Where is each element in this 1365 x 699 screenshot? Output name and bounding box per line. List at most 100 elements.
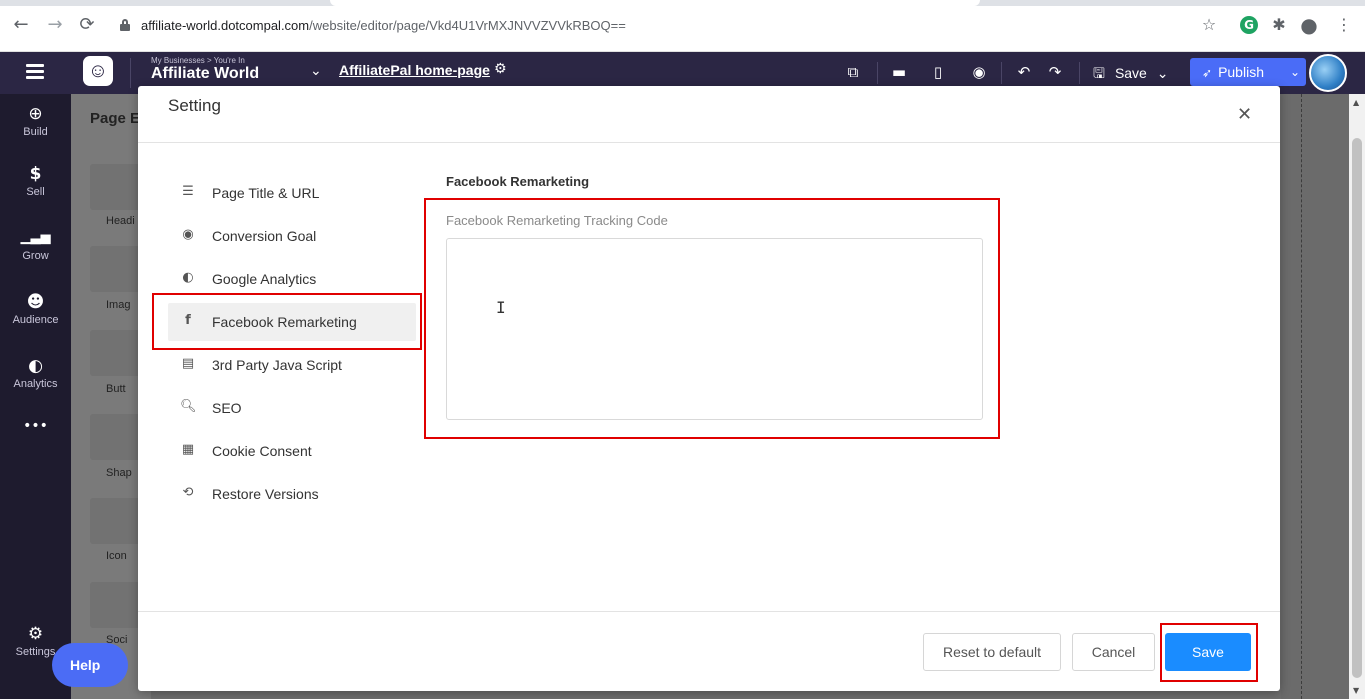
chevron-down-icon: ⌄	[1156, 66, 1169, 82]
avatar[interactable]	[1309, 54, 1347, 92]
settings-modal: Setting ✕ ☰ Page Title & URL ◉ Conversio…	[138, 86, 1280, 691]
grammarly-icon[interactable]: G	[1240, 16, 1258, 34]
sidebar-item-grow[interactable]: ▁▃▅ Grow	[0, 228, 71, 262]
reset-to-default-button[interactable]: Reset to default	[923, 633, 1061, 671]
url-path: /website/editor/page/Vkd4U1VrMXJNVVZVVkR…	[309, 18, 626, 33]
menu-item-label: SEO	[212, 400, 242, 416]
element-label: Shap	[106, 467, 132, 479]
layout-icon: ☰	[182, 184, 194, 199]
target-icon: ◉	[182, 227, 194, 242]
lock-icon[interactable]	[120, 19, 130, 31]
rocket-icon: ➶	[1202, 66, 1213, 80]
scrollbar-thumb[interactable]	[1352, 138, 1362, 678]
settings-menu-seo[interactable]: 🔍︎ SEO	[168, 389, 416, 427]
menu-item-label: Restore Versions	[212, 486, 319, 502]
element-label: Butt	[106, 383, 126, 395]
page-settings-gear-icon[interactable]: ⚙	[494, 61, 507, 77]
sidebar-item-label: Audience	[12, 314, 59, 326]
settings-menu-conversion-goal[interactable]: ◉ Conversion Goal	[168, 217, 416, 255]
url-text[interactable]: affiliate-world.dotcompal.com/website/ed…	[141, 18, 626, 33]
menu-item-label: Google Analytics	[212, 271, 317, 287]
script-icon: ▤	[181, 356, 195, 371]
element-label: Imag	[106, 299, 131, 311]
tab-strip	[0, 0, 1365, 6]
publish-label: Publish	[1218, 64, 1264, 80]
publish-button[interactable]: ➶ Publish ⌄	[1190, 58, 1306, 86]
sidebar-more-icon[interactable]: •••	[0, 416, 71, 438]
url-domain: affiliate-world.dotcompal.com	[141, 18, 310, 33]
help-button[interactable]: Help	[52, 643, 128, 687]
close-icon[interactable]: ✕	[1237, 104, 1252, 125]
menu-item-label: Cookie Consent	[212, 443, 312, 459]
cookie-icon: ▦	[181, 442, 195, 457]
sidebar-item-build[interactable]: ⊕ Build	[0, 104, 71, 138]
active-tab[interactable]	[330, 0, 980, 6]
element-label: Headi	[106, 215, 135, 227]
business-breadcrumb: My Businesses > You're In	[151, 56, 245, 65]
toolbar-divider	[1001, 62, 1002, 84]
header-save-label: Save	[1114, 65, 1147, 81]
sidebar-item-label: Build	[23, 126, 48, 138]
ellipsis-icon: •••	[23, 418, 48, 434]
chevron-down-icon[interactable]: ⌄	[310, 63, 322, 79]
reload-icon[interactable]: ⟳	[76, 14, 98, 36]
mobile-view-icon[interactable]: ▯	[927, 61, 949, 83]
dollar-icon: $	[29, 164, 42, 184]
extensions-puzzle-icon[interactable]: ✱	[1268, 14, 1290, 36]
preview-eye-icon[interactable]: ◉	[968, 61, 990, 83]
cancel-button[interactable]: Cancel	[1072, 633, 1155, 671]
profile-icon[interactable]: ●	[1298, 14, 1320, 36]
floppy-icon: 🖫	[1093, 66, 1105, 82]
sidebar-item-label: Analytics	[13, 378, 58, 390]
sidebar-item-sell[interactable]: $ Sell	[0, 164, 71, 198]
sidebar-item-label: Sell	[26, 186, 45, 198]
forward-arrow-icon[interactable]: →	[44, 14, 66, 36]
settings-menu-restore-versions[interactable]: ⟲ Restore Versions	[168, 475, 416, 513]
panel-title: Page E	[90, 110, 141, 127]
business-name[interactable]: Affiliate World	[151, 65, 259, 83]
header-save-button[interactable]: 🖫 Save ⌄	[1093, 60, 1178, 86]
element-label: Icon	[106, 550, 127, 562]
divider	[138, 142, 1280, 143]
scroll-up-icon[interactable]: ▲	[1353, 98, 1359, 107]
bookmark-star-icon[interactable]: ☆	[1198, 14, 1220, 36]
toolbar-divider	[1079, 62, 1080, 84]
divider	[138, 611, 1280, 612]
more-menu-icon[interactable]: ⋮	[1333, 14, 1355, 36]
scroll-down-icon[interactable]: ▼	[1353, 686, 1359, 695]
header-divider	[130, 58, 131, 88]
gear-icon: ⚙	[27, 624, 44, 644]
analytics-icon: ◐	[182, 270, 194, 285]
redo-icon[interactable]: ↷	[1044, 61, 1066, 83]
toolbar-divider	[877, 62, 878, 84]
highlight-box-menu	[152, 293, 422, 350]
users-icon: ☻	[26, 292, 45, 312]
menu-item-label: 3rd Party Java Script	[212, 357, 342, 373]
sidebar-item-label: Grow	[22, 250, 49, 262]
browser-toolbar: ← → ⟳ affiliate-world.dotcompal.com/webs…	[0, 0, 1365, 52]
settings-menu-3rd-party-javascript[interactable]: ▤ 3rd Party Java Script	[168, 346, 416, 384]
hamburger-menu-icon[interactable]	[26, 64, 44, 80]
highlight-box-field	[424, 198, 1000, 439]
bars-icon: ▁▃▅	[20, 230, 51, 245]
back-arrow-icon[interactable]: ←	[10, 14, 32, 36]
layers-icon[interactable]: ⧉	[842, 61, 864, 83]
undo-icon[interactable]: ↶	[1013, 61, 1035, 83]
menu-item-label: Page Title & URL	[212, 185, 320, 201]
page-scrollbar[interactable]: ▲ ▼	[1349, 94, 1365, 699]
settings-menu-cookie-consent[interactable]: ▦ Cookie Consent	[168, 432, 416, 470]
canvas-guide-line	[1301, 94, 1302, 699]
sidebar-item-analytics[interactable]: ◐ Analytics	[0, 356, 71, 390]
highlight-box-save	[1160, 623, 1258, 682]
modal-title: Setting	[168, 96, 221, 115]
sidebar-item-audience[interactable]: ☻ Audience	[0, 292, 71, 326]
app-logo[interactable]: ☺	[83, 56, 113, 86]
address-bar[interactable]: affiliate-world.dotcompal.com/website/ed…	[108, 10, 1228, 42]
settings-menu-page-title-url[interactable]: ☰ Page Title & URL	[168, 174, 416, 212]
sidebar-item-label: Settings	[15, 646, 56, 658]
main-sidebar: ⊕ Build $ Sell ▁▃▅ Grow ☻ Audience ◐ Analytic…	[0, 94, 71, 699]
page-name-link[interactable]: AffiliatePal home-page	[339, 62, 490, 78]
menu-item-label: Conversion Goal	[212, 228, 317, 244]
desktop-view-icon[interactable]: ▬	[888, 61, 910, 83]
chevron-down-icon: ⌄	[1289, 65, 1300, 79]
